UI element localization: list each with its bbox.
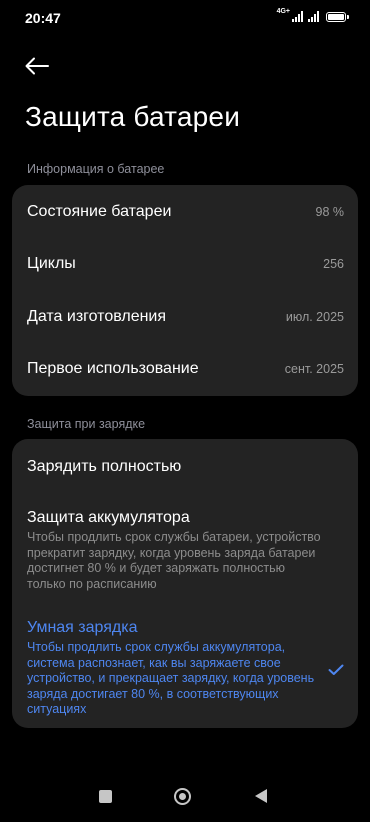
battery-health-row: Состояние батареи 98 % (12, 186, 358, 238)
row-value: 256 (323, 257, 344, 271)
cycles-row: Циклы 256 (12, 238, 358, 290)
option-description: Чтобы продлить срок службы батареи, устр… (27, 530, 321, 591)
status-bar: 20:47 4G+ (0, 0, 370, 34)
signal-icon (308, 11, 319, 22)
manufacture-date-row: Дата изготовления июл. 2025 (12, 291, 358, 343)
row-label: Дата изготовления (27, 308, 167, 325)
section-header-battery-info: Информация о батарее (27, 162, 165, 176)
battery-protection-screen: 20:47 4G+ Защита батареи Информация о ба… (0, 0, 370, 822)
option-charge-fully[interactable]: Зарядить полностью (27, 457, 344, 477)
arrow-left-icon (25, 57, 49, 75)
battery-info-card: Состояние батареи 98 % Циклы 256 Дата из… (12, 185, 358, 396)
status-time: 20:47 (25, 10, 61, 26)
row-value: сент. 2025 (284, 362, 344, 376)
row-label: Циклы (27, 255, 76, 272)
nav-recents-icon[interactable] (99, 790, 112, 803)
row-label: Состояние батареи (27, 203, 172, 220)
check-icon (328, 664, 344, 675)
nav-back-icon[interactable] (255, 789, 267, 803)
nav-home-icon[interactable] (174, 788, 191, 805)
navigation-bar (0, 780, 370, 814)
row-value: июл. 2025 (285, 310, 344, 324)
status-icons: 4G+ (276, 8, 349, 22)
option-title: Умная зарядка (27, 619, 138, 636)
network-type-label: 4G+ (276, 8, 290, 15)
battery-icon (326, 11, 349, 22)
page-title: Защита батареи (25, 101, 241, 132)
option-title: Защита аккумулятора (27, 509, 190, 526)
back-button[interactable] (22, 52, 52, 80)
signal-icon (292, 11, 303, 22)
option-battery-protection[interactable]: Защита аккумулятора Чтобы продлить срок … (27, 508, 344, 592)
option-title: Зарядить полностью (27, 458, 182, 475)
section-header-charging-protection: Защита при зарядке (27, 417, 146, 431)
charging-protection-card: Зарядить полностью Защита аккумулятора Ч… (12, 439, 358, 728)
row-value: 98 % (315, 205, 345, 219)
row-label: Первое использование (27, 360, 199, 377)
option-description: Чтобы продлить срок службы аккумулятора,… (27, 640, 315, 716)
first-use-row: Первое использование сент. 2025 (12, 343, 358, 395)
option-smart-charging[interactable]: Умная зарядка Чтобы продлить срок службы… (27, 618, 344, 718)
